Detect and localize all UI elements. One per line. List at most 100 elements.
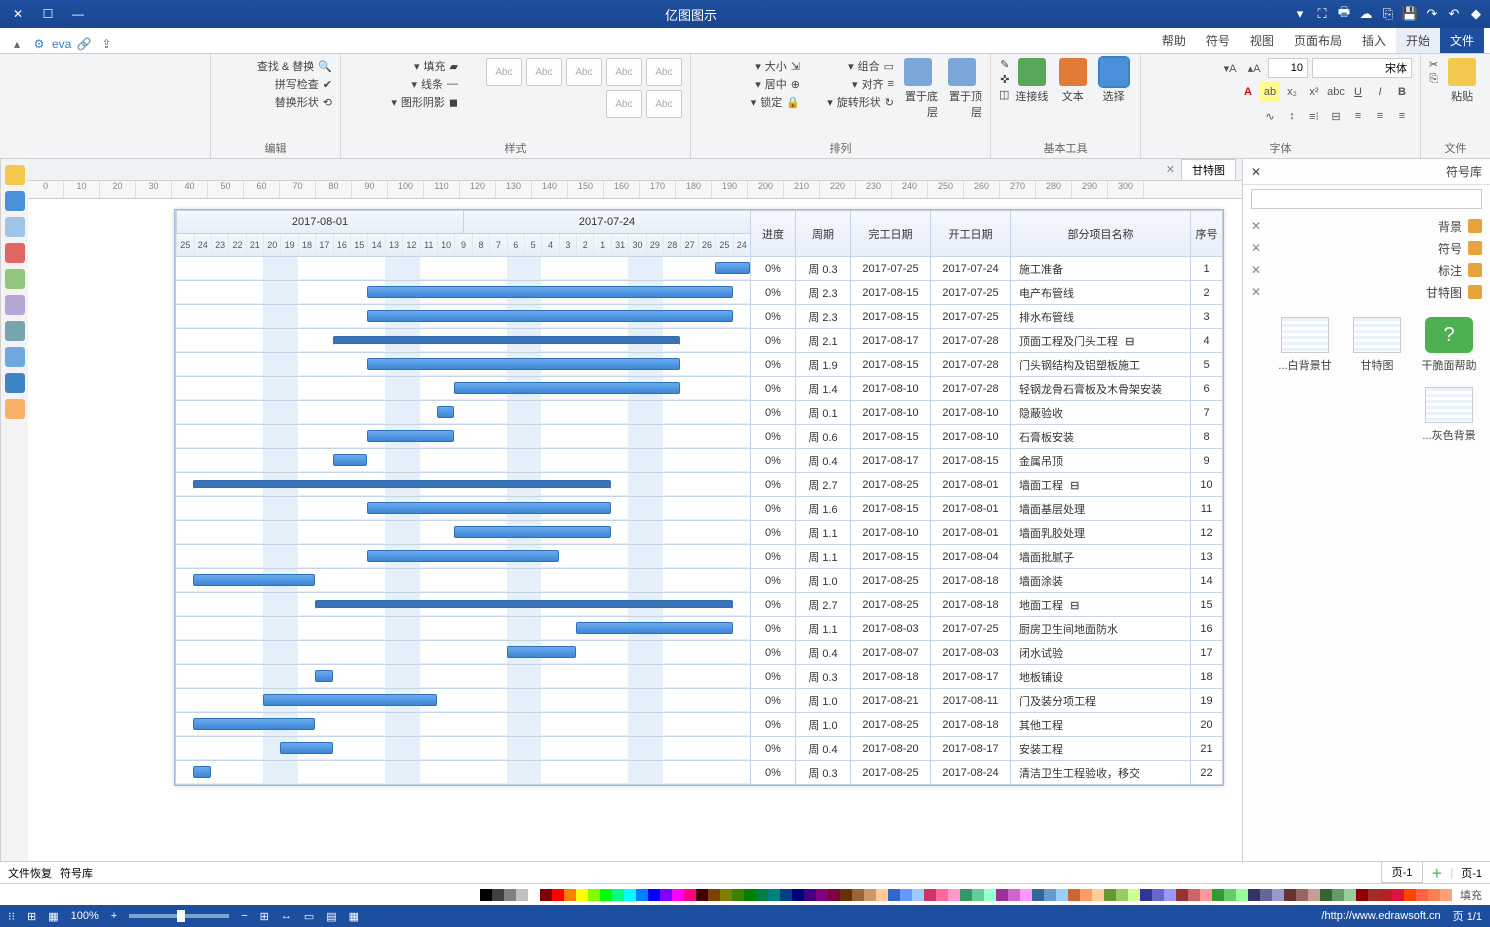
color-swatch[interactable] xyxy=(780,889,792,901)
bring-front-button[interactable]: 置于顶层 xyxy=(942,58,982,120)
color-swatch[interactable] xyxy=(1128,889,1140,901)
table-row[interactable]: 17闭水试验2017-08-032017-08-070.4 周0% xyxy=(176,641,1223,665)
color-swatch[interactable] xyxy=(888,889,900,901)
spellcheck-button[interactable]: ✔ 拼写检查 xyxy=(257,76,332,92)
curve-text-icon[interactable]: ∿ xyxy=(1260,106,1280,126)
close-button[interactable]: ✕ xyxy=(4,4,32,24)
align-center-icon[interactable]: ≡ xyxy=(1370,106,1390,126)
tab-symbols[interactable]: 符号 xyxy=(1196,28,1240,53)
tab-help[interactable]: 帮助 xyxy=(1152,28,1196,53)
color-swatch[interactable] xyxy=(1068,889,1080,901)
canvas[interactable]: 序号 部分项目名称 开工日期 完工日期 周期 进度 2017-07-24 201… xyxy=(28,199,1242,861)
tab-start[interactable]: 开始 xyxy=(1396,28,1440,53)
qa-cloud-icon[interactable]: ☁ xyxy=(1356,4,1376,24)
comment-icon[interactable] xyxy=(5,373,25,393)
maximize-button[interactable]: ☐ xyxy=(34,4,62,24)
crop-tool[interactable]: ◫ xyxy=(999,88,1009,101)
color-swatch[interactable] xyxy=(1152,889,1164,901)
fill-prop-icon[interactable] xyxy=(5,217,25,237)
settings-icon[interactable]: ⚙ xyxy=(30,35,48,53)
highlight-icon[interactable]: ab xyxy=(1260,82,1280,102)
share-icon[interactable]: ⇪ xyxy=(97,35,115,53)
color-swatch[interactable] xyxy=(1440,889,1452,901)
sidebar-tab-recover[interactable]: 文件恢复 xyxy=(8,865,52,881)
table-row[interactable]: 2电产布管线2017-07-252017-08-152.3 周0% xyxy=(176,281,1223,305)
view-mode-icon[interactable]: ▦ xyxy=(349,910,359,923)
color-swatch[interactable] xyxy=(1320,889,1332,901)
anchor-tool[interactable]: ✜ xyxy=(999,73,1009,86)
sidebar-tab-symbols[interactable]: 符号库 xyxy=(60,865,93,881)
style-preset[interactable]: Abc xyxy=(606,58,642,86)
panel-close-icon[interactable]: ✕ xyxy=(1251,165,1261,179)
color-swatch[interactable] xyxy=(1032,889,1044,901)
gantt-bar[interactable] xyxy=(193,574,315,586)
table-row[interactable]: 12墙面乳胶处理2017-08-012017-08-101.1 周0% xyxy=(176,521,1223,545)
color-swatch[interactable] xyxy=(1356,889,1368,901)
gantt-bar[interactable] xyxy=(367,502,611,514)
font-name-input[interactable] xyxy=(1312,58,1412,78)
tab-file[interactable]: 文件 xyxy=(1440,28,1484,53)
table-row[interactable]: 6轻钢龙骨石膏板及木骨架安装2017-07-282017-08-101.4 周0… xyxy=(176,377,1223,401)
color-swatch[interactable] xyxy=(972,889,984,901)
color-swatch[interactable] xyxy=(1380,889,1392,901)
color-swatch[interactable] xyxy=(516,889,528,901)
font-grow-icon[interactable]: A▴ xyxy=(1244,58,1264,78)
add-page-button[interactable]: ＋ xyxy=(1431,865,1442,881)
strike-icon[interactable]: abc xyxy=(1326,82,1346,102)
qa-print-icon[interactable]: 🖶 xyxy=(1334,4,1354,24)
qa-fullscreen-icon[interactable]: ⛶ xyxy=(1312,4,1332,24)
table-row[interactable]: 1施工准备2017-07-242017-07-250.3 周0% xyxy=(176,257,1223,281)
align-right-icon[interactable]: ≡ xyxy=(1392,106,1412,126)
category-item[interactable]: 甘特图✕ xyxy=(1251,281,1482,303)
qa-save-icon[interactable]: 💾 xyxy=(1400,4,1420,24)
color-swatch[interactable] xyxy=(792,889,804,901)
select-tool[interactable]: 选择 xyxy=(1095,58,1132,104)
table-row[interactable]: 4⊟ 顶面工程及门头工程2017-07-282017-08-172.1 周0% xyxy=(176,329,1223,353)
tab-insert[interactable]: 插入 xyxy=(1352,28,1396,53)
color-swatch[interactable] xyxy=(612,889,624,901)
color-swatch[interactable] xyxy=(1368,889,1380,901)
color-swatch[interactable] xyxy=(1236,889,1248,901)
lock-button[interactable]: 🔒 锁定 ▾ xyxy=(730,94,800,110)
color-swatch[interactable] xyxy=(1248,889,1260,901)
table-row[interactable]: 13墙面批腻子2017-08-042017-08-151.1 周0% xyxy=(176,545,1223,569)
copy-button[interactable]: ⎘ xyxy=(1429,73,1438,86)
color-swatch[interactable] xyxy=(708,889,720,901)
tab-view[interactable]: 视图 xyxy=(1240,28,1284,53)
color-swatch[interactable] xyxy=(588,889,600,901)
align-button[interactable]: ≡ 对齐 ▾ xyxy=(804,76,894,92)
color-swatch[interactable] xyxy=(1176,889,1188,901)
link-icon[interactable]: 🔗 xyxy=(75,35,93,53)
color-swatch[interactable] xyxy=(1284,889,1296,901)
sub-icon[interactable]: x₂ xyxy=(1282,82,1302,102)
status-extra-icon[interactable]: ⊞ xyxy=(27,910,36,923)
italic-icon[interactable]: I xyxy=(1370,82,1390,102)
white-bg-thumb[interactable]: 白背景甘... xyxy=(1276,317,1334,373)
table-row[interactable]: 10⊟ 墙面工程2017-08-012017-08-252.7 周0% xyxy=(176,473,1223,497)
color-swatch[interactable] xyxy=(816,889,828,901)
gantt-bar[interactable] xyxy=(367,358,680,370)
color-swatch[interactable] xyxy=(1092,889,1104,901)
gantt-bar[interactable] xyxy=(454,526,611,538)
font-color-icon[interactable]: A xyxy=(1238,82,1258,102)
color-swatch[interactable] xyxy=(1296,889,1308,901)
theme-icon[interactable] xyxy=(5,165,25,185)
qa-export-icon[interactable]: ⎘ xyxy=(1378,4,1398,24)
gantt-bar[interactable] xyxy=(315,670,332,682)
color-swatch[interactable] xyxy=(984,889,996,901)
hyperlink-icon[interactable] xyxy=(5,347,25,367)
group-button[interactable]: ▭ 组合 ▾ xyxy=(804,58,894,74)
color-swatch[interactable] xyxy=(1104,889,1116,901)
color-swatch[interactable] xyxy=(1332,889,1344,901)
color-swatch[interactable] xyxy=(636,889,648,901)
tab-page-layout[interactable]: 页面布局 xyxy=(1284,28,1352,53)
table-row[interactable]: 15⊟ 地面工程2017-08-182017-08-252.7 周0% xyxy=(176,593,1223,617)
style-preset[interactable]: Abc xyxy=(646,58,682,86)
table-row[interactable]: 18地板铺设2017-08-172017-08-180.3 周0% xyxy=(176,665,1223,689)
color-swatch[interactable] xyxy=(1116,889,1128,901)
color-swatch[interactable] xyxy=(684,889,696,901)
bold-icon[interactable]: B xyxy=(1392,82,1412,102)
category-item[interactable]: 背景✕ xyxy=(1251,215,1482,237)
page-tab-1[interactable]: 页-1 xyxy=(1381,862,1424,883)
color-swatch[interactable] xyxy=(1044,889,1056,901)
